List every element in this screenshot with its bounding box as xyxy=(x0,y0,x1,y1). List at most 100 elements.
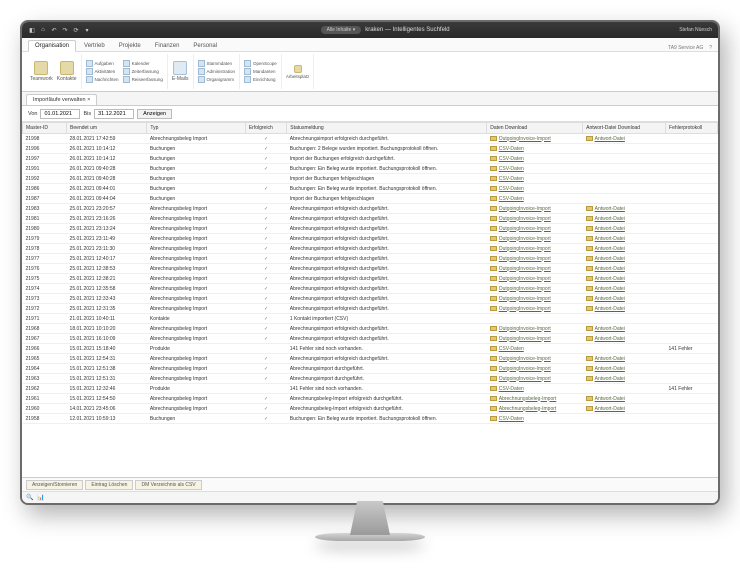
table-row[interactable]: 2198025.01.2021 23:13:24Abrechnungsbeleg… xyxy=(23,224,718,234)
answer-link[interactable]: Antwort-Datei xyxy=(595,246,625,252)
import-grid[interactable]: Master-ID Beendet um Typ Erfolgreich Sta… xyxy=(22,122,718,477)
ribbon-einrichtung[interactable]: Einrichtung xyxy=(244,76,277,83)
answer-link[interactable]: Antwort-Datei xyxy=(595,306,625,312)
ribbon-kontakte[interactable]: Kontakte xyxy=(57,61,77,82)
col-master-id[interactable]: Master-ID xyxy=(23,123,67,134)
ribbon-administration[interactable]: Administration xyxy=(198,68,236,75)
download-link[interactable]: OutgoingInvoice-Import xyxy=(499,326,551,332)
col-status[interactable]: Statusmeldung xyxy=(287,123,487,134)
col-beendet[interactable]: Beendet um xyxy=(67,123,147,134)
table-row[interactable]: 2198325.01.2021 23:20:57Abrechnungsbeleg… xyxy=(23,204,718,214)
table-row[interactable]: 2197825.01.2021 23:11:30Abrechnungsbeleg… xyxy=(23,244,718,254)
table-row[interactable]: 2198125.01.2021 23:16:26Abrechnungsbeleg… xyxy=(23,214,718,224)
download-link[interactable]: OutgoingInvoice-Import xyxy=(499,136,551,142)
answer-link[interactable]: Antwort-Datei xyxy=(595,356,625,362)
csv-export-button[interactable]: DM Verzeichnis als CSV xyxy=(135,480,201,490)
download-link[interactable]: Abrechnungsbeleg-Import xyxy=(499,396,557,402)
answer-link[interactable]: Antwort-Datei xyxy=(595,276,625,282)
download-link[interactable]: OutgoingInvoice-Import xyxy=(499,376,551,382)
table-row[interactable]: 2196014.01.2021 23:45:06Abrechnungsbeleg… xyxy=(23,404,718,414)
table-row[interactable]: 2199626.01.2021 10:14:12Buchungen✓Buchun… xyxy=(23,144,718,154)
answer-link[interactable]: Antwort-Datei xyxy=(595,256,625,262)
download-link[interactable]: CSV-Daten xyxy=(499,166,524,172)
ribbon-mandanten[interactable]: Mandanten xyxy=(244,68,277,75)
col-fehler[interactable]: Fehlerprotokoll xyxy=(666,123,718,134)
download-link[interactable]: CSV-Daten xyxy=(499,346,524,352)
table-row[interactable]: 2197425.01.2021 12:35:58Abrechnungsbeleg… xyxy=(23,284,718,294)
close-tab-icon[interactable]: × xyxy=(87,97,90,103)
download-link[interactable]: OutgoingInvoice-Import xyxy=(499,286,551,292)
table-row[interactable]: 2197625.01.2021 12:38:53Abrechnungsbeleg… xyxy=(23,264,718,274)
search-brand[interactable]: kraken — Intelligentes Suchfeld xyxy=(365,27,449,33)
ribbon-openscope[interactable]: OpenScope xyxy=(244,60,277,67)
table-row[interactable]: 2197925.01.2021 23:11:49Abrechnungsbeleg… xyxy=(23,234,718,244)
anzeigen-stornieren-button[interactable]: Anzeigen/Stornieren xyxy=(26,480,83,490)
download-link[interactable]: OutgoingInvoice-Import xyxy=(499,216,551,222)
answer-link[interactable]: Antwort-Datei xyxy=(595,336,625,342)
table-row[interactable]: 2199126.01.2021 09:40:28Buchungen✓Buchun… xyxy=(23,164,718,174)
download-link[interactable]: OutgoingInvoice-Import xyxy=(499,236,551,242)
workspace-tab-imports[interactable]: Importläufe verwalten × xyxy=(26,94,97,105)
table-row[interactable]: 2197325.01.2021 12:33:43Abrechnungsbeleg… xyxy=(23,294,718,304)
download-link[interactable]: CSV-Daten xyxy=(499,416,524,422)
table-row[interactable]: 2196315.01.2021 12:51:31Abrechnungsbeleg… xyxy=(23,374,718,384)
table-row[interactable]: 2196615.01.2021 15:18:40Produkte141 Fehl… xyxy=(23,344,718,354)
window-menu-icon[interactable]: ◧ xyxy=(28,26,36,34)
col-antwort[interactable]: Antwort-Datei Download xyxy=(583,123,666,134)
download-link[interactable]: CSV-Daten xyxy=(499,386,524,392)
table-row[interactable]: 2196415.01.2021 12:51:38Abrechnungsbeleg… xyxy=(23,364,718,374)
table-row[interactable]: 2198626.01.2021 09:44:01Buchungen✓Buchun… xyxy=(23,184,718,194)
table-row[interactable]: 2199226.01.2021 09:40:28BuchungenImport … xyxy=(23,174,718,184)
eintrag-loeschen-button[interactable]: Eintrag Löschen xyxy=(85,480,133,490)
answer-link[interactable]: Antwort-Datei xyxy=(595,326,625,332)
answer-link[interactable]: Antwort-Datei xyxy=(595,136,625,142)
download-link[interactable]: OutgoingInvoice-Import xyxy=(499,366,551,372)
answer-link[interactable]: Antwort-Datei xyxy=(595,206,625,212)
download-link[interactable]: OutgoingInvoice-Import xyxy=(499,336,551,342)
table-row[interactable]: 2197725.01.2021 12:40:17Abrechnungsbeleg… xyxy=(23,254,718,264)
download-link[interactable]: CSV-Daten xyxy=(499,156,524,162)
table-row[interactable]: 2199726.01.2021 10:14:12Buchungen✓Import… xyxy=(23,154,718,164)
refresh-icon[interactable]: ⟳ xyxy=(72,26,80,34)
tab-projekte[interactable]: Projekte xyxy=(113,41,147,51)
download-link[interactable]: CSV-Daten xyxy=(499,186,524,192)
footer-search-icon[interactable]: 🔍 xyxy=(26,494,33,501)
tab-vertrieb[interactable]: Vertrieb xyxy=(78,41,111,51)
ribbon-kalender[interactable]: Kalender xyxy=(123,60,163,67)
download-link[interactable]: OutgoingInvoice-Import xyxy=(499,206,551,212)
answer-link[interactable]: Antwort-Datei xyxy=(595,236,625,242)
download-link[interactable]: Abrechnungsbeleg-Import xyxy=(499,406,557,412)
col-typ[interactable]: Typ xyxy=(147,123,245,134)
answer-link[interactable]: Antwort-Datei xyxy=(595,266,625,272)
download-link[interactable]: OutgoingInvoice-Import xyxy=(499,256,551,262)
answer-link[interactable]: Antwort-Datei xyxy=(595,376,625,382)
answer-link[interactable]: Antwort-Datei xyxy=(595,366,625,372)
help-icon[interactable]: ? xyxy=(709,45,712,51)
table-row[interactable]: 2197121.01.2021 10:40:11Kontakte✓1 Konta… xyxy=(23,314,718,324)
back-icon[interactable]: ↶ xyxy=(50,26,58,34)
ribbon-nachrichten[interactable]: Nachrichten xyxy=(86,76,119,83)
ribbon-teamwork[interactable]: Teamwork xyxy=(30,61,53,82)
settings-quick-icon[interactable]: ▾ xyxy=(83,26,91,34)
col-erfolgreich[interactable]: Erfolgreich xyxy=(245,123,286,134)
date-from-input[interactable] xyxy=(40,109,80,119)
table-row[interactable]: 2195812.01.2021 10:59:13Buchungen✓Buchun… xyxy=(23,414,718,424)
download-link[interactable]: OutgoingInvoice-Import xyxy=(499,276,551,282)
search-scope[interactable]: Alle Inhalte ▾ xyxy=(321,26,362,34)
download-link[interactable]: OutgoingInvoice-Import xyxy=(499,356,551,362)
table-row[interactable]: 2199828.01.2021 17:42:59Abrechnungsbeleg… xyxy=(23,134,718,144)
table-row[interactable]: 2197525.01.2021 12:38:21Abrechnungsbeleg… xyxy=(23,274,718,284)
tab-organisation[interactable]: Organisation xyxy=(28,40,76,52)
answer-link[interactable]: Antwort-Datei xyxy=(595,396,625,402)
download-link[interactable]: CSV-Daten xyxy=(499,146,524,152)
ribbon-aufgaben[interactable]: Aufgaben xyxy=(86,60,119,67)
footer-chart-icon[interactable]: 📊 xyxy=(37,494,44,501)
download-link[interactable]: CSV-Daten xyxy=(499,196,524,202)
download-link[interactable]: OutgoingInvoice-Import xyxy=(499,266,551,272)
table-row[interactable]: 2196818.01.2021 10:10:20Abrechnungsbeleg… xyxy=(23,324,718,334)
col-download[interactable]: Daten Download xyxy=(487,123,583,134)
ribbon-zeiterfassung[interactable]: Zeiterfassung xyxy=(123,68,163,75)
answer-link[interactable]: Antwort-Datei xyxy=(595,296,625,302)
answer-link[interactable]: Antwort-Datei xyxy=(595,286,625,292)
download-link[interactable]: OutgoingInvoice-Import xyxy=(499,306,551,312)
